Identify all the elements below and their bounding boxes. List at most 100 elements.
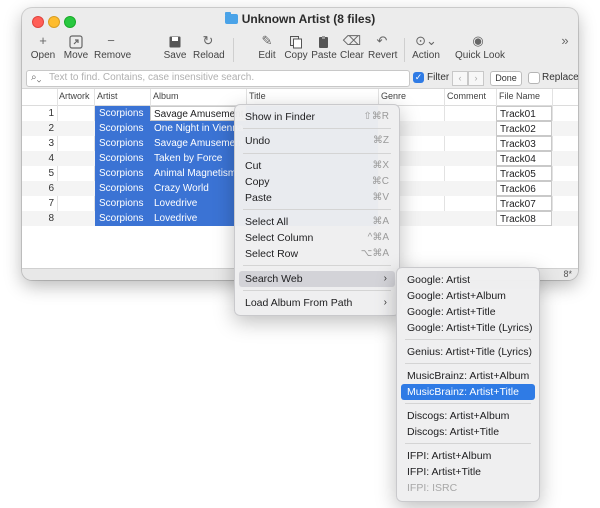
artwork-cell[interactable] bbox=[57, 166, 93, 181]
album-cell[interactable]: Crazy World bbox=[150, 181, 246, 196]
toolbar-overflow-button[interactable]: » bbox=[558, 32, 572, 68]
artist-cell[interactable]: Scorpions bbox=[95, 136, 150, 151]
column-header-artist[interactable]: Artist bbox=[97, 91, 118, 101]
menu-item-select-column[interactable]: Select Column ^⌘A bbox=[239, 230, 395, 246]
filename-cell[interactable]: Track06 bbox=[496, 181, 552, 196]
shortcut-label: ⌘X bbox=[372, 160, 389, 171]
filename-cell[interactable]: Track02 bbox=[496, 121, 552, 136]
row-number: 1 bbox=[48, 108, 54, 119]
shortcut-label: ⌥⌘A bbox=[360, 248, 389, 259]
artwork-cell[interactable] bbox=[57, 211, 93, 226]
edit-button[interactable]: ✎ Edit bbox=[256, 32, 278, 68]
clear-button[interactable]: ⌫ Clear bbox=[340, 32, 364, 68]
menu-item-select-row[interactable]: Select Row ⌥⌘A bbox=[239, 246, 395, 262]
submenu-item-google-artist[interactable]: Google: Artist bbox=[401, 272, 535, 288]
artwork-cell[interactable] bbox=[57, 136, 93, 151]
album-cell[interactable]: Lovedrive bbox=[150, 196, 246, 211]
submenu-item-discogs-artist-title[interactable]: Discogs: Artist+Title bbox=[401, 424, 535, 440]
artist-cell[interactable]: Scorpions bbox=[95, 121, 150, 136]
artist-cell[interactable]: Scorpions bbox=[95, 181, 150, 196]
artwork-cell[interactable] bbox=[57, 151, 93, 166]
copy-button[interactable]: Copy bbox=[283, 32, 309, 68]
reload-button[interactable]: ↻ Reload bbox=[193, 32, 225, 68]
remove-button[interactable]: − Remove bbox=[94, 32, 131, 68]
move-label: Move bbox=[63, 50, 89, 61]
submenu-item-discogs-artist-album[interactable]: Discogs: Artist+Album bbox=[401, 408, 535, 424]
artwork-cell[interactable] bbox=[57, 121, 93, 136]
menu-item-copy[interactable]: Copy ⌘C bbox=[239, 174, 395, 190]
revert-button[interactable]: ↶ Revert bbox=[368, 32, 397, 68]
column-header-artwork[interactable]: Artwork bbox=[59, 91, 90, 101]
menu-item-undo[interactable]: Undo ⌘Z bbox=[239, 133, 395, 149]
artwork-cell[interactable] bbox=[57, 106, 93, 121]
album-cell[interactable]: Animal Magnetism bbox=[150, 166, 246, 181]
quick-look-button[interactable]: ◉ Quick Look bbox=[455, 32, 505, 68]
artist-cell[interactable]: Scorpions bbox=[95, 196, 150, 211]
done-button[interactable]: Done bbox=[490, 71, 522, 86]
filename-cell[interactable]: Track03 bbox=[496, 136, 552, 151]
submenu-item-google-artist-title[interactable]: Google: Artist+Title bbox=[401, 304, 535, 320]
save-label: Save bbox=[163, 50, 187, 61]
filename-cell[interactable]: Track04 bbox=[496, 151, 552, 166]
column-header-filename[interactable]: File Name bbox=[499, 91, 540, 101]
paste-button[interactable]: Paste bbox=[311, 32, 337, 68]
chevron-right-icon: › bbox=[383, 273, 387, 284]
filename-cell[interactable]: Track01 bbox=[496, 106, 552, 121]
column-header-genre[interactable]: Genre bbox=[381, 91, 406, 101]
column-header-comment[interactable]: Comment bbox=[447, 91, 486, 101]
album-cell[interactable]: Lovedrive bbox=[150, 211, 246, 226]
action-button[interactable]: ⊙⌄ Action bbox=[410, 32, 442, 68]
column-header-album[interactable]: Album bbox=[153, 91, 179, 101]
menu-item-paste[interactable]: Paste ⌘V bbox=[239, 190, 395, 206]
submenu-item-ifpi-artist-album[interactable]: IFPI: Artist+Album bbox=[401, 448, 535, 464]
save-button[interactable]: Save bbox=[163, 32, 187, 68]
move-icon bbox=[62, 32, 90, 50]
chevron-double-right-icon: » bbox=[561, 33, 569, 48]
pencil-icon: ✎ bbox=[261, 33, 273, 48]
album-cell[interactable]: Savage Amusement bbox=[150, 136, 246, 151]
menu-item-cut[interactable]: Cut ⌘X bbox=[239, 158, 395, 174]
submenu-item-musicbrainz-artist-album[interactable]: MusicBrainz: Artist+Album bbox=[401, 368, 535, 384]
toolbar: + Open Move − Remove Save ↻ Reload ✎ Edi… bbox=[22, 32, 578, 70]
artist-cell[interactable]: Scorpions bbox=[95, 166, 150, 181]
search-input[interactable]: ⌕⌄ Text to find. Contains, case insensit… bbox=[26, 70, 410, 87]
previous-match-button[interactable]: ‹ bbox=[452, 71, 468, 86]
revert-icon: ↶ bbox=[376, 33, 388, 48]
column-header-title[interactable]: Title bbox=[249, 91, 266, 101]
folder-icon bbox=[224, 12, 238, 24]
menu-item-search-web[interactable]: Search Web › bbox=[239, 271, 395, 287]
filename-cell[interactable]: Track08 bbox=[496, 211, 552, 226]
replace-checkbox[interactable] bbox=[528, 72, 540, 84]
next-match-button[interactable]: › bbox=[468, 71, 484, 86]
submenu-item-ifpi-artist-title[interactable]: IFPI: Artist+Title bbox=[401, 464, 535, 480]
submenu-item-musicbrainz-artist-title[interactable]: MusicBrainz: Artist+Title bbox=[401, 384, 535, 400]
submenu-item-google-artist-album[interactable]: Google: Artist+Album bbox=[401, 288, 535, 304]
shortcut-label: ⌘V bbox=[372, 192, 389, 203]
reload-label: Reload bbox=[193, 50, 225, 61]
eye-icon: ◉ bbox=[472, 33, 484, 48]
menu-item-load-album-from-path[interactable]: Load Album From Path › bbox=[239, 295, 395, 311]
filename-cell[interactable]: Track07 bbox=[496, 196, 552, 211]
submenu-item-genius-lyrics[interactable]: Genius: Artist+Title (Lyrics) bbox=[401, 344, 535, 360]
artist-cell[interactable]: Scorpions bbox=[95, 106, 150, 121]
menu-item-label: Load Album From Path bbox=[245, 297, 353, 309]
menu-separator bbox=[405, 363, 531, 364]
filter-checkbox[interactable]: ✓ bbox=[413, 72, 424, 83]
menu-item-show-in-finder[interactable]: Show in Finder ⇧⌘R bbox=[239, 109, 395, 125]
album-cell[interactable]: Taken by Force bbox=[150, 151, 246, 166]
search-icon: ⌕⌄ bbox=[31, 72, 42, 83]
album-cell[interactable]: One Night in Vienna bbox=[150, 121, 246, 136]
submenu-item-google-lyrics[interactable]: Google: Artist+Title (Lyrics) bbox=[401, 320, 535, 336]
menu-item-label: Select Row bbox=[245, 248, 299, 260]
toolbar-divider bbox=[233, 38, 234, 62]
album-cell[interactable]: Savage Amusement bbox=[150, 106, 246, 121]
filename-cell[interactable]: Track05 bbox=[496, 166, 552, 181]
shortcut-label: ⌘C bbox=[371, 176, 389, 187]
artwork-cell[interactable] bbox=[57, 196, 93, 211]
move-button[interactable]: Move bbox=[62, 32, 90, 68]
open-button[interactable]: + Open bbox=[30, 32, 56, 68]
artwork-cell[interactable] bbox=[57, 181, 93, 196]
menu-item-select-all[interactable]: Select All ⌘A bbox=[239, 214, 395, 230]
artist-cell[interactable]: Scorpions bbox=[95, 151, 150, 166]
artist-cell[interactable]: Scorpions bbox=[95, 211, 150, 226]
